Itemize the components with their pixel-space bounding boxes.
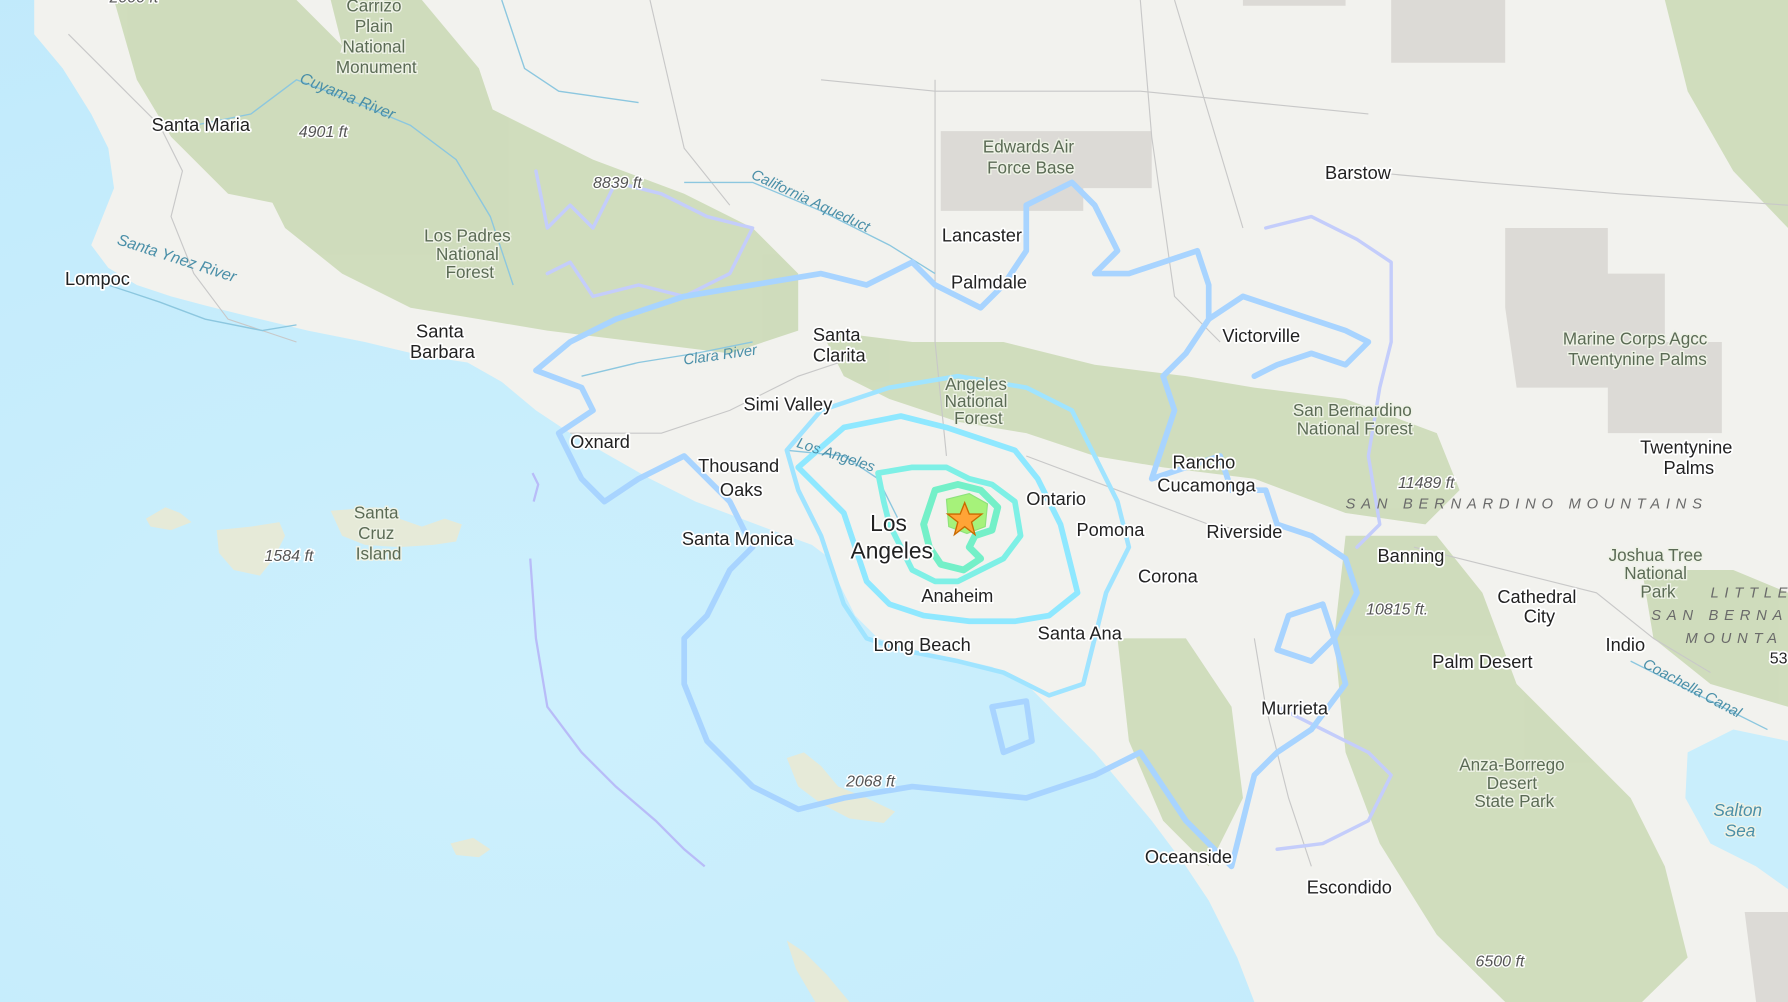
earthquake-map[interactable]: Cuyama River Santa Ynez River California… bbox=[0, 0, 1788, 1002]
elevation-label: 11489 ft bbox=[1398, 475, 1455, 492]
city-label-riverside: Riverside bbox=[1206, 521, 1282, 542]
city-label-long-beach: Long Beach bbox=[873, 634, 970, 655]
park-label-edwards-afb: Edwards Air Force Base bbox=[983, 138, 1079, 178]
city-label-santa-maria: Santa Maria bbox=[152, 114, 251, 135]
city-label-santa-barbara: Santa Barbara bbox=[410, 320, 476, 362]
city-label-anaheim: Anaheim bbox=[921, 585, 993, 606]
city-label-lompoc: Lompoc bbox=[65, 268, 130, 289]
city-label-banning: Banning bbox=[1377, 545, 1444, 566]
city-label-barstow: Barstow bbox=[1325, 162, 1392, 183]
elevation-label: 8839 ft bbox=[593, 175, 642, 192]
elevation-label: 4901 ft bbox=[299, 124, 348, 141]
mountain-label-little-san-bernardino-2: SAN BERNA bbox=[1651, 608, 1788, 624]
city-label-murrieta: Murrieta bbox=[1261, 698, 1329, 719]
city-label-oceanside: Oceanside bbox=[1145, 846, 1232, 867]
map-canvas[interactable]: Cuyama River Santa Ynez River California… bbox=[0, 0, 1788, 1002]
city-label-palmdale: Palmdale bbox=[951, 271, 1027, 292]
city-label-corona: Corona bbox=[1138, 566, 1199, 587]
park-label-carrizo: Carrizo Plain National Monument bbox=[336, 0, 417, 77]
mountain-label-little-san-bernardino-3: MOUNTA bbox=[1685, 631, 1782, 647]
city-label-ontario: Ontario bbox=[1026, 488, 1086, 509]
city-label-lancaster: Lancaster bbox=[942, 225, 1022, 246]
mountain-label-san-bernardino: SAN BERNARDINO MOUNTAINS bbox=[1346, 496, 1708, 512]
elevation-label: 2068 ft bbox=[845, 774, 895, 791]
partial-label: 53 bbox=[1770, 650, 1788, 667]
city-label-palm-desert: Palm Desert bbox=[1432, 651, 1532, 672]
elevation-label: 10815 ft. bbox=[1366, 601, 1428, 618]
city-label-santa-monica: Santa Monica bbox=[682, 528, 794, 549]
city-label-escondido: Escondido bbox=[1307, 877, 1392, 898]
city-label-indio: Indio bbox=[1606, 634, 1646, 655]
island-label-santa-cruz: Santa Cruz Island bbox=[354, 504, 403, 564]
park-label-angeles: Angeles National Forest bbox=[945, 375, 1012, 428]
city-label-santa-clarita: Santa Clarita bbox=[813, 324, 867, 366]
elevation-label: 2000 ft bbox=[108, 0, 158, 6]
city-label-simi-valley: Simi Valley bbox=[743, 393, 833, 414]
city-label-pomona: Pomona bbox=[1076, 519, 1145, 540]
park-label-marine-corps: Marine Corps Agcc Twentynine Palms bbox=[1563, 329, 1712, 369]
city-label-santa-ana: Santa Ana bbox=[1038, 623, 1123, 644]
park-label-san-bernardino: San Bernardino National Forest bbox=[1293, 401, 1417, 438]
elevation-label: 6500 ft bbox=[1476, 954, 1525, 971]
city-label-oxnard: Oxnard bbox=[570, 431, 630, 452]
elevation-label: 1584 ft bbox=[265, 548, 314, 565]
city-label-victorville: Victorville bbox=[1222, 325, 1300, 346]
mountain-label-little-san-bernardino-1: LITTLE bbox=[1710, 585, 1788, 601]
